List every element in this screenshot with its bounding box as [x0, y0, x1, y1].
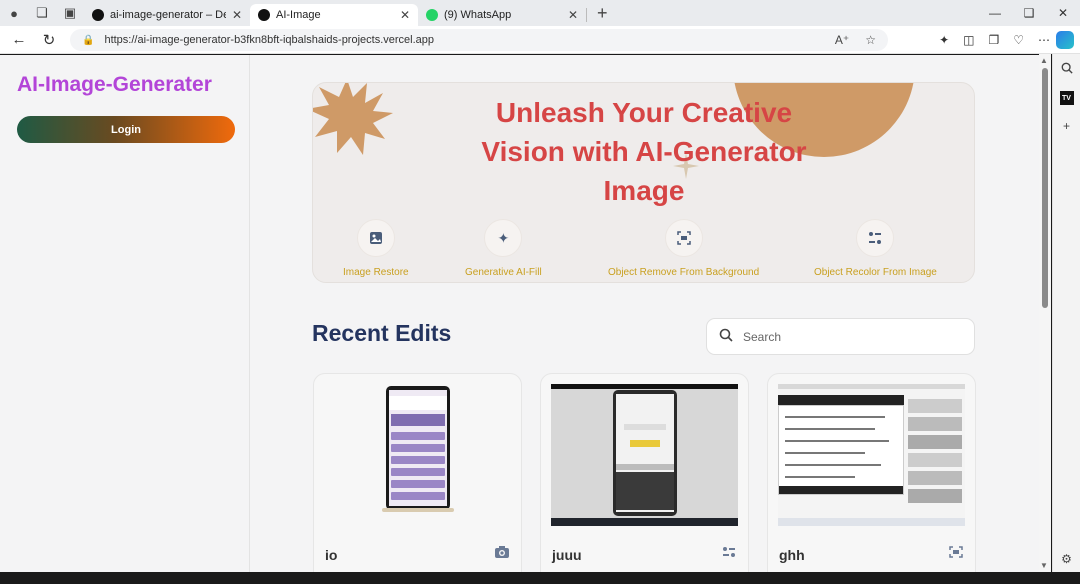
close-tab-icon[interactable]: ✕ — [400, 8, 410, 22]
tab-actions-icon[interactable]: ▣ — [56, 0, 84, 26]
copilot-icon[interactable] — [1056, 31, 1074, 49]
edit-thumbnail[interactable] — [324, 384, 511, 526]
minimize-icon[interactable]: — — [978, 0, 1012, 26]
vercel-icon — [92, 9, 104, 21]
recent-edit-card[interactable]: juuu — [540, 373, 749, 572]
collections-icon[interactable]: ❐ — [988, 33, 999, 47]
hero-banner: Unleash Your Creative Vision with AI-Gen… — [312, 82, 975, 283]
app-sidebar: AI-Image-Generater Login — [0, 55, 250, 572]
sliders-icon — [856, 219, 895, 257]
url-text[interactable]: https://ai-image-generator-b3fkn8bft-iqb… — [104, 34, 434, 46]
scan-icon[interactable] — [949, 546, 963, 561]
restore-icon[interactable]: ❑ — [1012, 0, 1046, 26]
edit-thumbnail[interactable] — [778, 384, 965, 526]
recent-edit-card[interactable]: ghh — [767, 373, 976, 572]
login-button[interactable]: Login — [17, 116, 235, 143]
feature-label: Generative AI-Fill — [465, 267, 542, 278]
edit-title: juuu — [552, 547, 582, 563]
favorite-star-icon[interactable]: ☆ — [865, 33, 876, 47]
taskbar — [551, 518, 738, 526]
profile-icon[interactable]: ● — [0, 0, 28, 26]
taskbar — [778, 518, 965, 526]
feature-label: Object Remove From Background — [608, 267, 760, 278]
search-icon — [719, 328, 733, 345]
scrollbar-thumb[interactable] — [1042, 68, 1048, 308]
whatsapp-icon — [426, 9, 438, 21]
split-screen-icon[interactable]: ◫ — [963, 33, 974, 47]
read-aloud-icon[interactable]: A⁺ — [835, 33, 849, 47]
close-tab-icon[interactable]: ✕ — [232, 8, 242, 22]
tab-deployment[interactable]: ai-image-generator – Deploymen ✕ — [84, 4, 250, 26]
edit-title: ghh — [779, 547, 805, 563]
phone-mockup — [386, 386, 450, 510]
close-tab-icon[interactable]: ✕ — [568, 8, 578, 22]
image-icon — [356, 219, 395, 257]
camera-icon[interactable] — [495, 546, 509, 561]
vercel-icon — [258, 9, 270, 21]
sparkles-icon: ✦ — [484, 219, 523, 257]
refresh-button[interactable]: ↻ — [34, 26, 64, 54]
edit-title: io — [325, 547, 338, 563]
edit-thumbnail[interactable] — [551, 384, 738, 526]
window-controls: — ❑ ✕ — [978, 0, 1080, 26]
feature-object-recolor[interactable]: Object Recolor From Image — [814, 219, 937, 278]
add-sidebar-app-icon[interactable]: + — [1063, 119, 1070, 133]
address-bar[interactable]: 🔒 https://ai-image-generator-b3fkn8bft-i… — [70, 29, 888, 51]
gear-icon[interactable]: ⚙ — [1061, 552, 1072, 566]
browser-toolbar: ← ↻ 🔒 https://ai-image-generator-b3fkn8b… — [0, 26, 1080, 54]
recent-edit-card[interactable]: io — [313, 373, 522, 572]
workspaces-icon[interactable]: ❏ — [28, 0, 56, 26]
video-sidebar — [908, 399, 962, 519]
browser-essentials-icon[interactable]: ♡ — [1013, 33, 1024, 47]
phone-mockup — [613, 390, 677, 516]
scroll-down-icon[interactable]: ▼ — [1040, 561, 1048, 570]
search-input[interactable] — [743, 329, 943, 344]
scroll-up-icon[interactable]: ▲ — [1040, 56, 1048, 65]
extensions-icon[interactable]: ✦ — [939, 33, 949, 47]
notes-image — [778, 405, 904, 495]
page-viewport: AI-Image-Generater Login Unleash Your Cr… — [0, 55, 1039, 572]
tab-whatsapp[interactable]: (9) WhatsApp ✕ — [418, 4, 586, 26]
edge-sidebar: TV + ⚙ — [1052, 54, 1080, 572]
tradingview-icon[interactable]: TV — [1059, 91, 1074, 105]
feature-generative-fill[interactable]: ✦ Generative AI-Fill — [465, 219, 542, 278]
hero-headline: Unleash Your Creative Vision with AI-Gen… — [481, 97, 807, 206]
feature-label: Object Recolor From Image — [814, 267, 937, 278]
feature-image-restore[interactable]: Image Restore — [343, 219, 409, 278]
feature-label: Image Restore — [343, 267, 409, 278]
decorative-star-shape — [313, 83, 393, 155]
browser-tab-bar: ● ❏ ▣ ai-image-generator – Deploymen ✕ A… — [0, 0, 1080, 26]
lock-icon[interactable]: 🔒 — [82, 35, 94, 46]
recent-edits-heading: Recent Edits — [312, 320, 452, 346]
search-box[interactable] — [706, 318, 975, 355]
close-window-icon[interactable]: ✕ — [1046, 0, 1080, 26]
back-button[interactable]: ← — [4, 26, 34, 54]
tab-ai-image[interactable]: AI-Image ✕ — [250, 4, 418, 26]
feature-object-remove[interactable]: Object Remove From Background — [608, 219, 759, 278]
brand-title[interactable]: AI-Image-Generater — [17, 73, 212, 97]
more-menu-icon[interactable]: ⋯ — [1038, 33, 1050, 47]
sliders-icon[interactable] — [722, 546, 736, 561]
page-scrollbar[interactable]: ▲ ▼ — [1039, 54, 1051, 572]
search-icon[interactable] — [1061, 62, 1073, 77]
scan-icon — [664, 219, 703, 257]
new-tab-button[interactable]: + — [587, 3, 618, 24]
toolbar-actions: ✦ ◫ ❐ ♡ ⋯ — [939, 26, 1050, 54]
